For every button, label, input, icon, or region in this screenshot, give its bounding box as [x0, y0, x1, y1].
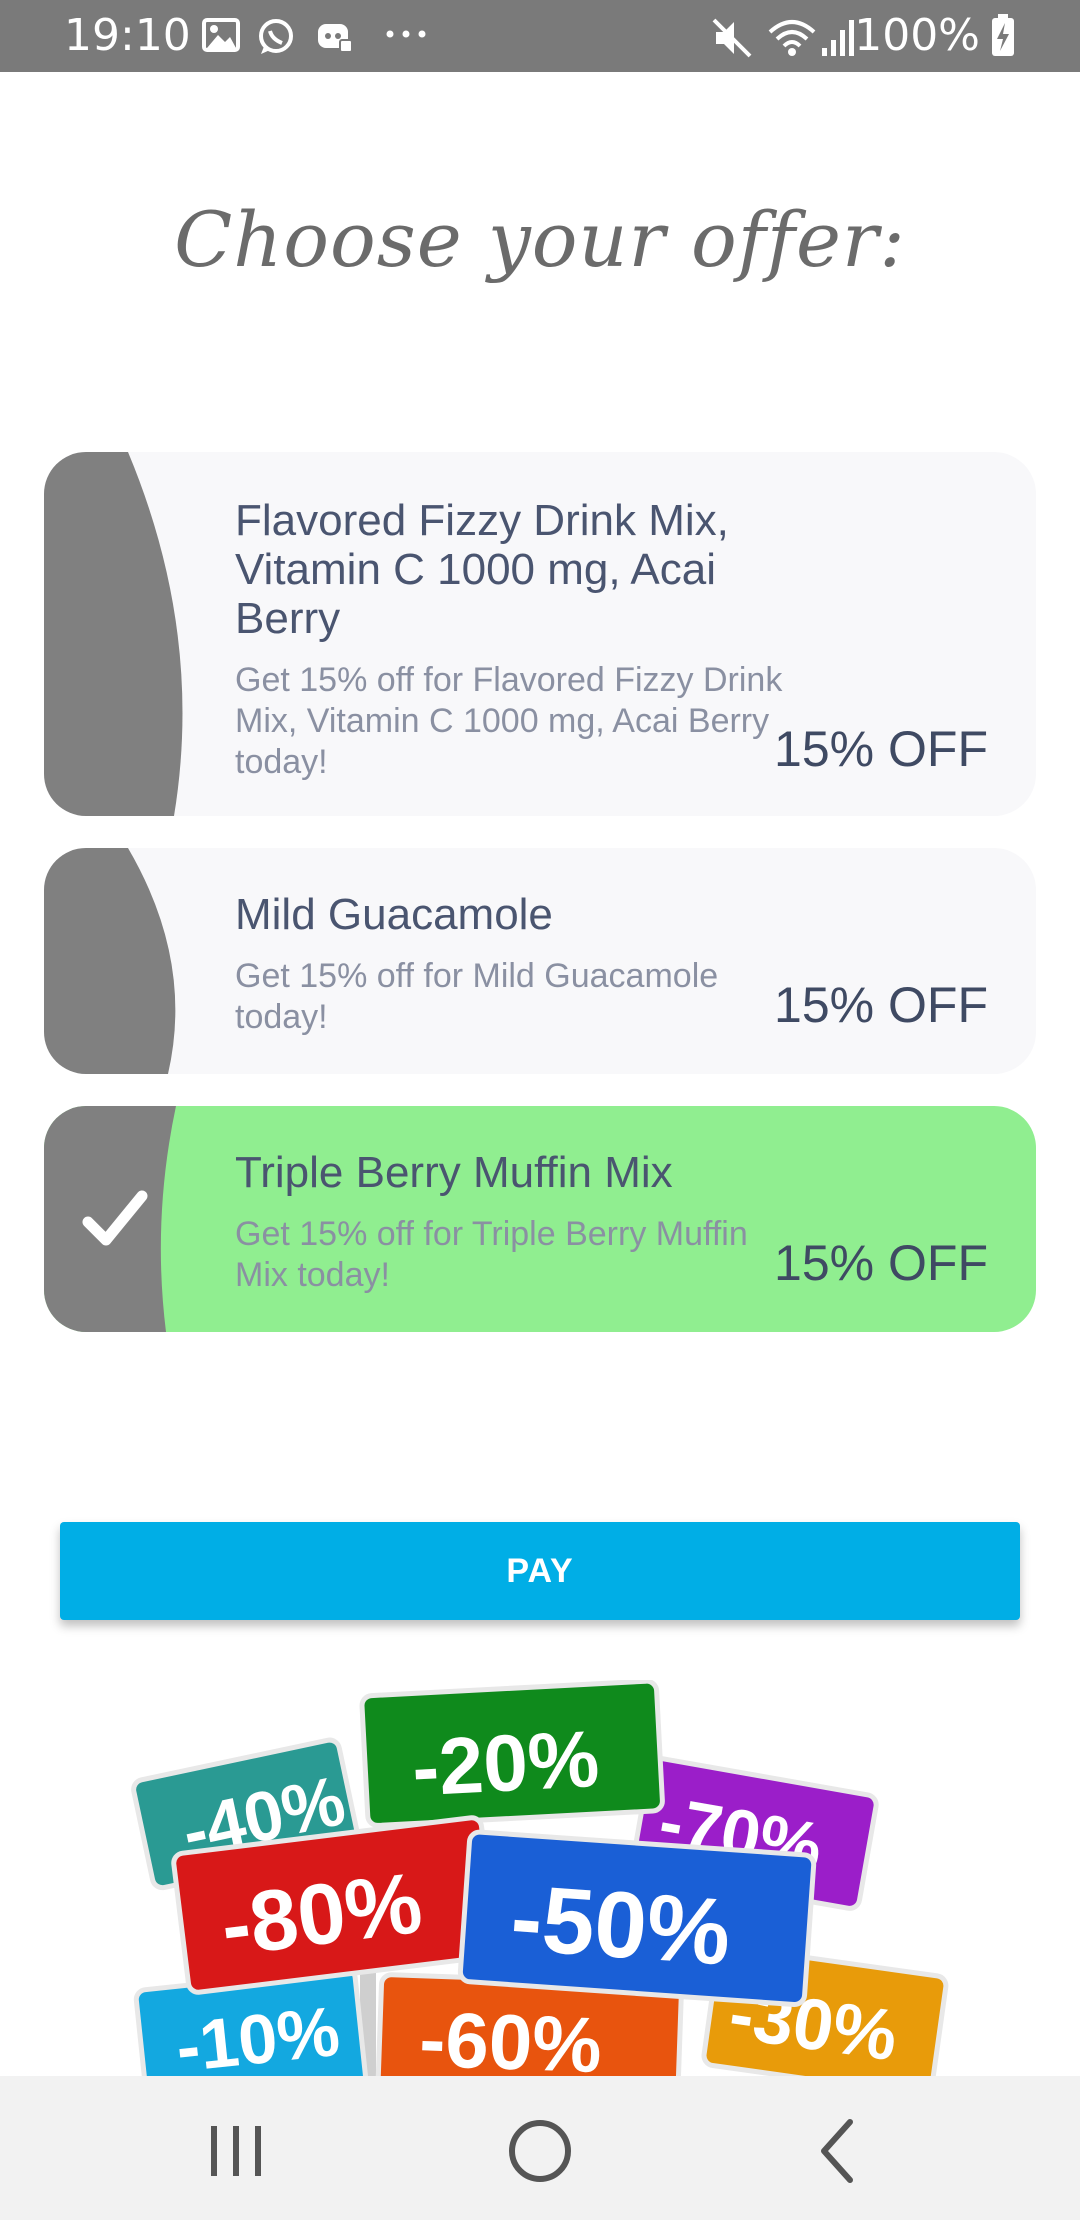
offer-name: Triple Berry Muffin Mix [235, 1148, 673, 1197]
pay-button[interactable]: PAY [60, 1522, 1020, 1620]
signal-icon [820, 18, 858, 63]
discount-signs-image: -40% -70% -20% -10% -60% -30% -80% -50% [120, 1680, 960, 2076]
svg-text:-50%: -50% [508, 1865, 734, 1985]
wifi-icon [766, 18, 818, 63]
whatsapp-icon [256, 18, 296, 61]
back-icon[interactable] [800, 2116, 880, 2186]
svg-text:-60%: -60% [418, 1995, 603, 2076]
navigation-bar [0, 2076, 1080, 2220]
offer-card-selected[interactable]: Triple Berry Muffin Mix Get 15% off for … [44, 1106, 1036, 1332]
offer-name: Mild Guacamole [235, 890, 553, 939]
offer-card[interactable]: Mild Guacamole Get 15% off for Mild Guac… [44, 848, 1036, 1074]
page-title: Choose your offer: [174, 195, 906, 284]
offer-description: Get 15% off for Mild Guacamole today! [235, 957, 719, 1036]
svg-text:-20%: -20% [410, 1714, 601, 1813]
offer-discount: 15% OFF [774, 1235, 988, 1291]
offer-description: Get 15% off for Flavored Fizzy Drink Mix… [235, 661, 783, 781]
discord-icon [314, 18, 354, 59]
offer-description: Get 15% off for Triple Berry Muffin Mix … [235, 1215, 748, 1294]
offer-name: Flavored Fizzy Drink Mix, Vitamin C 1000… [235, 496, 729, 643]
recent-apps-icon[interactable] [196, 2116, 276, 2186]
status-bar: 19:10 100% [0, 0, 1080, 72]
offer-discount: 15% OFF [774, 977, 988, 1033]
checkmark-icon [80, 1184, 150, 1254]
mute-icon [712, 18, 754, 63]
battery-charging-icon [990, 14, 1016, 63]
offer-discount: 15% OFF [774, 721, 988, 777]
offer-card[interactable]: Flavored Fizzy Drink Mix, Vitamin C 1000… [44, 452, 1036, 816]
home-icon[interactable] [500, 2116, 580, 2186]
more-icon [384, 26, 428, 47]
offer-selector-tab[interactable] [44, 848, 244, 1074]
gallery-icon [202, 18, 240, 57]
battery-percentage: 100% [854, 10, 980, 61]
status-time: 19:10 [64, 10, 191, 61]
offer-selector-tab[interactable] [44, 452, 244, 816]
